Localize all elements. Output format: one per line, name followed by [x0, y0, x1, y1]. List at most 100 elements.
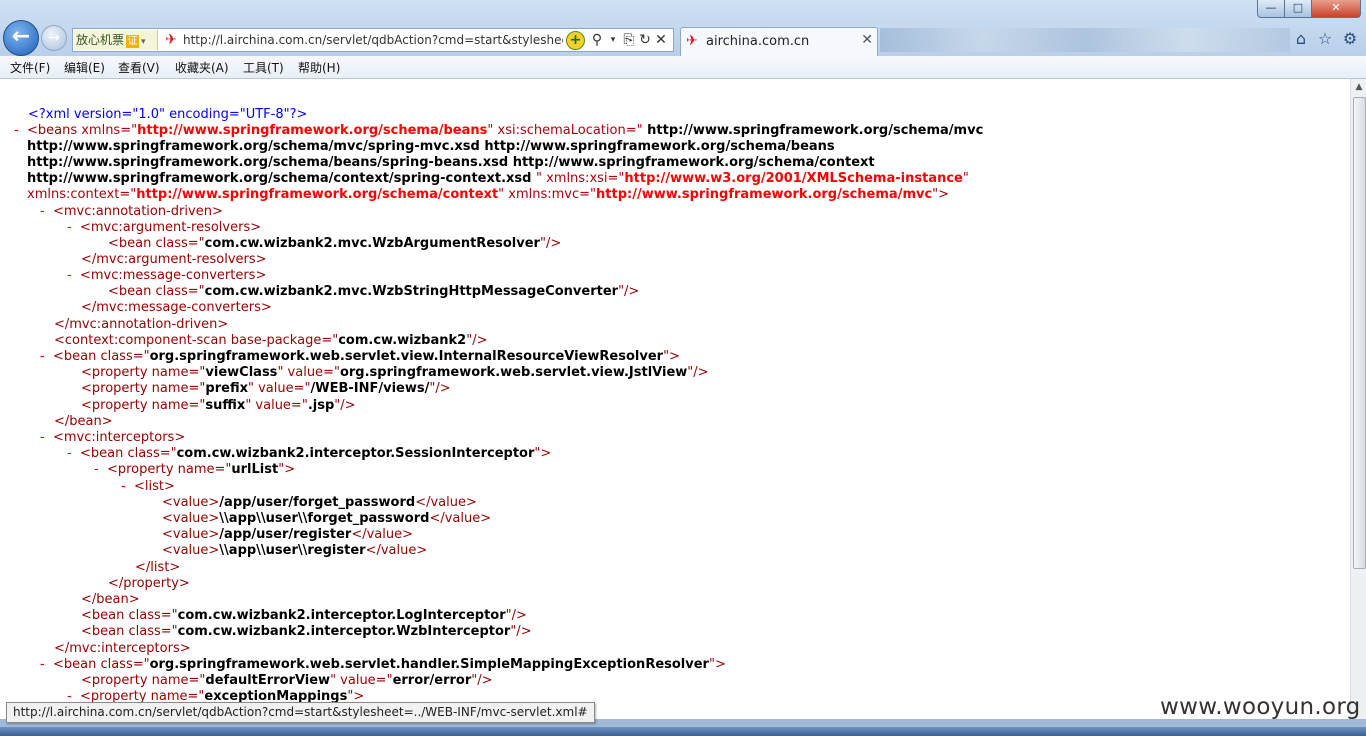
refresh-icon[interactable]: ↻: [637, 30, 653, 50]
bean-line: <bean class="com.cw.wizbank2.mvc.WzbStri…: [108, 284, 639, 300]
menu-view[interactable]: 查看(V): [118, 59, 160, 76]
menu-help[interactable]: 帮助(H): [298, 59, 340, 76]
schema-location-line: http://www.springframework.org/schema/co…: [27, 171, 969, 186]
menu-favorites[interactable]: 收藏夹(A): [175, 59, 229, 76]
tag: <bean class=": [81, 624, 178, 639]
attr-value: com.cw.wizbank2.interceptor.LogIntercept…: [177, 608, 506, 623]
home-icon[interactable]: ⌂: [1292, 30, 1310, 48]
attr-value: suffix: [205, 398, 246, 413]
property-line: <property name="viewClass" value="org.sp…: [81, 365, 709, 381]
xml-declaration: <?xml version="1.0" encoding="UTF-8"?>: [28, 107, 307, 123]
attr: xmlns=": [77, 123, 138, 138]
attr-value: org.springframework.web.servlet.view.Int…: [149, 349, 664, 364]
back-button[interactable]: ←: [3, 20, 39, 56]
tag: <mvc:annotation-driven>: [52, 204, 223, 219]
interceptors-open: - <mvc:interceptors>: [40, 430, 185, 446]
tag: <bean class=": [52, 349, 150, 364]
collapse-toggle[interactable]: -: [40, 430, 45, 445]
value-line: <value>\\app\\user\\forget_password</val…: [162, 511, 491, 527]
compatibility-view-icon[interactable]: +: [566, 31, 585, 50]
tag: </mvc:annotation-driven>: [54, 317, 229, 332]
tag: "/>: [334, 398, 356, 413]
collapse-toggle[interactable]: -: [67, 268, 72, 283]
collapse-toggle[interactable]: -: [67, 446, 72, 461]
log-interceptor-line: <bean class="com.cw.wizbank2.interceptor…: [81, 608, 527, 624]
menu-edit[interactable]: 编辑(E): [64, 59, 105, 76]
tag: <property name=": [81, 365, 206, 380]
scrollbar-thumb[interactable]: [1353, 97, 1366, 569]
attr: " xmlns:xsi=": [535, 171, 625, 186]
value-text: \\app\\user\\register: [219, 543, 366, 558]
search-icon[interactable]: ⚲: [589, 30, 605, 50]
site-badge-text: 放心机票: [76, 33, 125, 47]
attr: " xmlns:mvc=": [498, 187, 597, 202]
tag: ">: [278, 462, 296, 477]
tag: " value=": [277, 365, 340, 380]
tag: </list>: [135, 560, 181, 575]
tag: ">: [932, 187, 950, 202]
list-close: </list>: [135, 560, 180, 576]
tag: <value>: [162, 511, 220, 526]
message-converters-open: - <mvc:message-converters>: [67, 268, 266, 284]
beans-open-line: - <beans xmlns="http://www.springframewo…: [14, 123, 983, 139]
value-line: <value>/app/user/register</value>: [162, 527, 413, 543]
attr-value: defaultErrorView: [205, 673, 331, 688]
tag: </bean>: [54, 414, 113, 429]
minimize-button[interactable]: —: [1257, 0, 1285, 18]
airchina-logo-icon: ✈: [165, 32, 177, 48]
menu-file[interactable]: 文件(F): [10, 59, 50, 76]
component-scan-line: <context:component-scan base-package="co…: [54, 333, 487, 349]
collapse-toggle[interactable]: -: [121, 479, 126, 494]
stop-icon[interactable]: ✕: [653, 30, 669, 50]
forward-button[interactable]: →: [41, 25, 67, 51]
attr-value: http://www.springframework.org/schema/be…: [27, 155, 875, 170]
collapse-toggle[interactable]: -: [94, 462, 99, 477]
collapse-toggle[interactable]: -: [14, 123, 19, 138]
attr-value: org.springframework.web.servlet.handler.…: [149, 657, 709, 672]
namespace-line: xmlns:context="http://www.springframewor…: [27, 187, 949, 203]
vertical-scrollbar[interactable]: ▲: [1350, 79, 1366, 719]
tag: "/>: [510, 624, 532, 639]
favorites-star-icon[interactable]: ☆: [1316, 30, 1334, 48]
maximize-button[interactable]: □: [1284, 0, 1312, 18]
attr-value: prefix: [205, 381, 248, 396]
page-icon[interactable]: ⎘: [621, 30, 637, 50]
scroll-up-arrow-icon[interactable]: ▲: [1351, 79, 1366, 95]
bean-line: <bean class="com.cw.wizbank2.mvc.WzbArgu…: [108, 236, 561, 252]
tag: <beans: [26, 123, 78, 138]
interceptors-close: </mvc:interceptors>: [54, 641, 191, 657]
close-window-button[interactable]: ✕: [1311, 0, 1361, 18]
menu-tools[interactable]: 工具(T): [243, 59, 284, 76]
tag: <mvc:interceptors>: [52, 430, 186, 445]
attr-value: urlList: [231, 462, 279, 477]
tag: <mvc:message-converters>: [79, 268, 267, 283]
collapse-toggle[interactable]: -: [40, 204, 45, 219]
airchina-tab-icon: ✈: [686, 33, 698, 49]
tag: <context:component-scan base-package=": [54, 333, 339, 348]
tab-airchina[interactable]: ✈ airchina.com.cn ✕: [680, 27, 878, 56]
collapse-toggle[interactable]: -: [67, 220, 72, 235]
attr-value: com.cw.wizbank2.mvc.WzbArgumentResolver: [204, 236, 540, 251]
tab-close-icon[interactable]: ✕: [861, 32, 873, 48]
attr-value: http://www.springframework.org/schema/mv…: [596, 187, 933, 202]
tag: <value>: [162, 527, 220, 542]
bean-close: </bean>: [81, 592, 140, 608]
settings-gear-icon[interactable]: ⚙: [1341, 30, 1359, 48]
tag: "/>: [539, 236, 562, 251]
window-controls: — □ ✕: [1257, 0, 1361, 18]
xml-pi: <?xml version="1.0" encoding="UTF-8"?>: [28, 107, 308, 122]
value-line: <value>\\app\\user\\register</value>: [162, 543, 427, 559]
background-tabs[interactable]: [880, 28, 1290, 52]
tag: " value=": [247, 381, 311, 396]
tag: </mvc:interceptors>: [54, 641, 191, 656]
site-badge[interactable]: 放心机票证 ▾: [74, 30, 158, 50]
list-open: - <list>: [121, 479, 175, 495]
collapse-toggle[interactable]: -: [40, 657, 45, 672]
tag: ">: [534, 446, 552, 461]
attr-value: viewClass: [205, 365, 278, 380]
dropdown-icon[interactable]: ▾: [141, 37, 146, 47]
url-input[interactable]: [183, 30, 563, 50]
collapse-toggle[interactable]: -: [40, 349, 45, 364]
tag: </value>: [429, 511, 492, 526]
search-dropdown-icon[interactable]: ▾: [605, 30, 621, 50]
